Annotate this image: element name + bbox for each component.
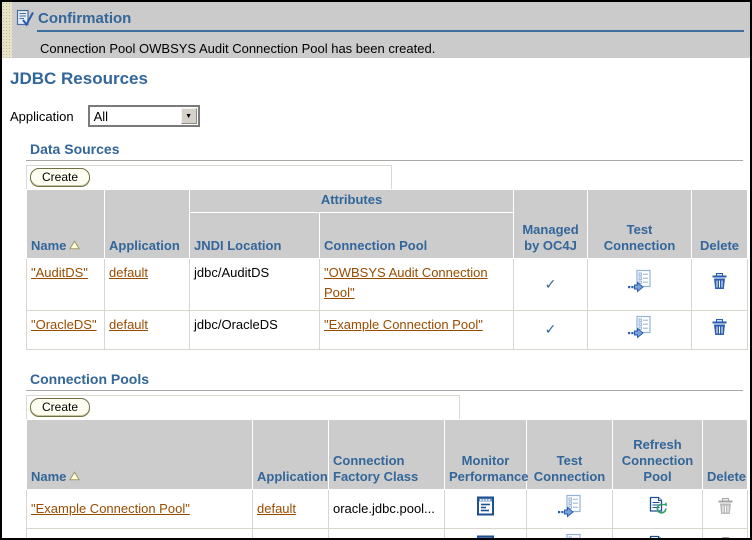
data-sources-create-button[interactable]: Create	[30, 168, 91, 187]
data-sources-table: Name Application Attributes Managed by O…	[26, 189, 749, 351]
data-sources-heading: Data Sources	[26, 141, 743, 161]
data-source-name-link[interactable]: "AuditDS"	[31, 265, 88, 280]
test-connection-icon[interactable]	[627, 315, 653, 339]
delete-trash-icon[interactable]	[711, 318, 728, 336]
column-header-connection-pool: Connection Pool	[318, 212, 515, 259]
column-header-application: Application	[104, 189, 190, 259]
application-filter-label: Application	[10, 108, 74, 124]
refresh-connection-pool-icon[interactable]	[647, 535, 669, 538]
connection-pools-heading: Connection Pools	[26, 371, 743, 392]
column-header-application: Application	[252, 419, 329, 491]
test-connection-icon[interactable]	[557, 533, 583, 538]
connection-pool-name-link[interactable]: "Example Connection Pool"	[31, 501, 190, 516]
sort-ascending-icon	[69, 238, 81, 253]
confirmation-document-check-icon	[16, 9, 34, 27]
column-header-name[interactable]: Name	[26, 189, 105, 259]
column-header-connection-factory-class: Connection Factory Class	[328, 419, 445, 491]
jndi-location-value: jdbc/OracleDS	[189, 309, 320, 351]
test-connection-icon[interactable]	[557, 494, 583, 518]
connection-factory-class-value: oracle.jdbc.pool...	[328, 528, 445, 538]
application-link[interactable]: default	[109, 317, 148, 332]
application-link[interactable]: default	[257, 501, 296, 516]
column-group-attributes: Attributes	[188, 189, 515, 213]
monitor-performance-icon[interactable]	[476, 496, 495, 516]
application-window: Confirmation Connection Pool OWBSYS Audi…	[0, 0, 752, 540]
column-header-delete: Delete	[691, 189, 749, 259]
banner-texture-strip	[2, 2, 12, 58]
connection-pool-link[interactable]: "Example Connection Pool"	[324, 317, 483, 332]
delete-trash-icon-disabled	[717, 536, 734, 538]
managed-checkmark-icon: ✓	[544, 275, 557, 292]
confirmation-banner: Confirmation Connection Pool OWBSYS Audi…	[2, 2, 750, 58]
monitor-performance-icon[interactable]	[476, 535, 495, 538]
connection-factory-class-value: oracle.jdbc.pool...	[328, 489, 445, 530]
column-header-test-connection: Test Connection	[526, 419, 613, 491]
banner-divider	[37, 30, 744, 32]
refresh-connection-pool-icon[interactable]	[647, 496, 669, 517]
column-header-managed-by-oc4j: Managed by OC4J	[513, 189, 589, 259]
connection-pools-table: Name Application Connection Factory Clas…	[26, 419, 748, 538]
delete-trash-icon-disabled	[717, 497, 734, 515]
test-connection-icon[interactable]	[627, 269, 653, 293]
table-row: "OWBSYS Audit Connection Pool" default o…	[26, 528, 748, 538]
connection-pool-link[interactable]: "OWBSYS Audit Connection Pool"	[324, 265, 488, 300]
jndi-location-value: jdbc/AuditDS	[189, 258, 320, 311]
column-header-monitor-performance: Monitor Performance	[444, 419, 528, 491]
data-source-name-link[interactable]: "OracleDS"	[31, 317, 97, 332]
application-select[interactable]: All ▼	[87, 105, 200, 127]
table-row: "AuditDS" default jdbc/AuditDS "OWBSYS A…	[26, 258, 749, 311]
delete-trash-icon[interactable]	[711, 272, 728, 290]
confirmation-message: Connection Pool OWBSYS Audit Connection …	[40, 41, 436, 56]
column-header-refresh-connection-pool: Refresh Connection Pool	[612, 419, 703, 491]
table-row: "OracleDS" default jdbc/OracleDS "Exampl…	[26, 309, 749, 351]
column-header-delete: Delete	[702, 419, 748, 491]
page-title: JDBC Resources	[10, 69, 148, 88]
chevron-down-icon[interactable]: ▼	[180, 108, 197, 124]
column-header-test-connection: Test Connection	[587, 189, 693, 259]
managed-checkmark-icon: ✓	[544, 321, 557, 338]
column-header-name[interactable]: Name	[26, 419, 253, 491]
application-link[interactable]: default	[109, 265, 148, 280]
application-select-value: All	[93, 108, 109, 124]
banner-title: Confirmation	[38, 9, 132, 27]
connection-pools-create-button[interactable]: Create	[30, 398, 91, 418]
table-row: "Example Connection Pool" default oracle…	[26, 489, 748, 530]
column-header-jndi-location: JNDI Location	[189, 212, 320, 259]
sort-ascending-icon	[69, 469, 81, 484]
